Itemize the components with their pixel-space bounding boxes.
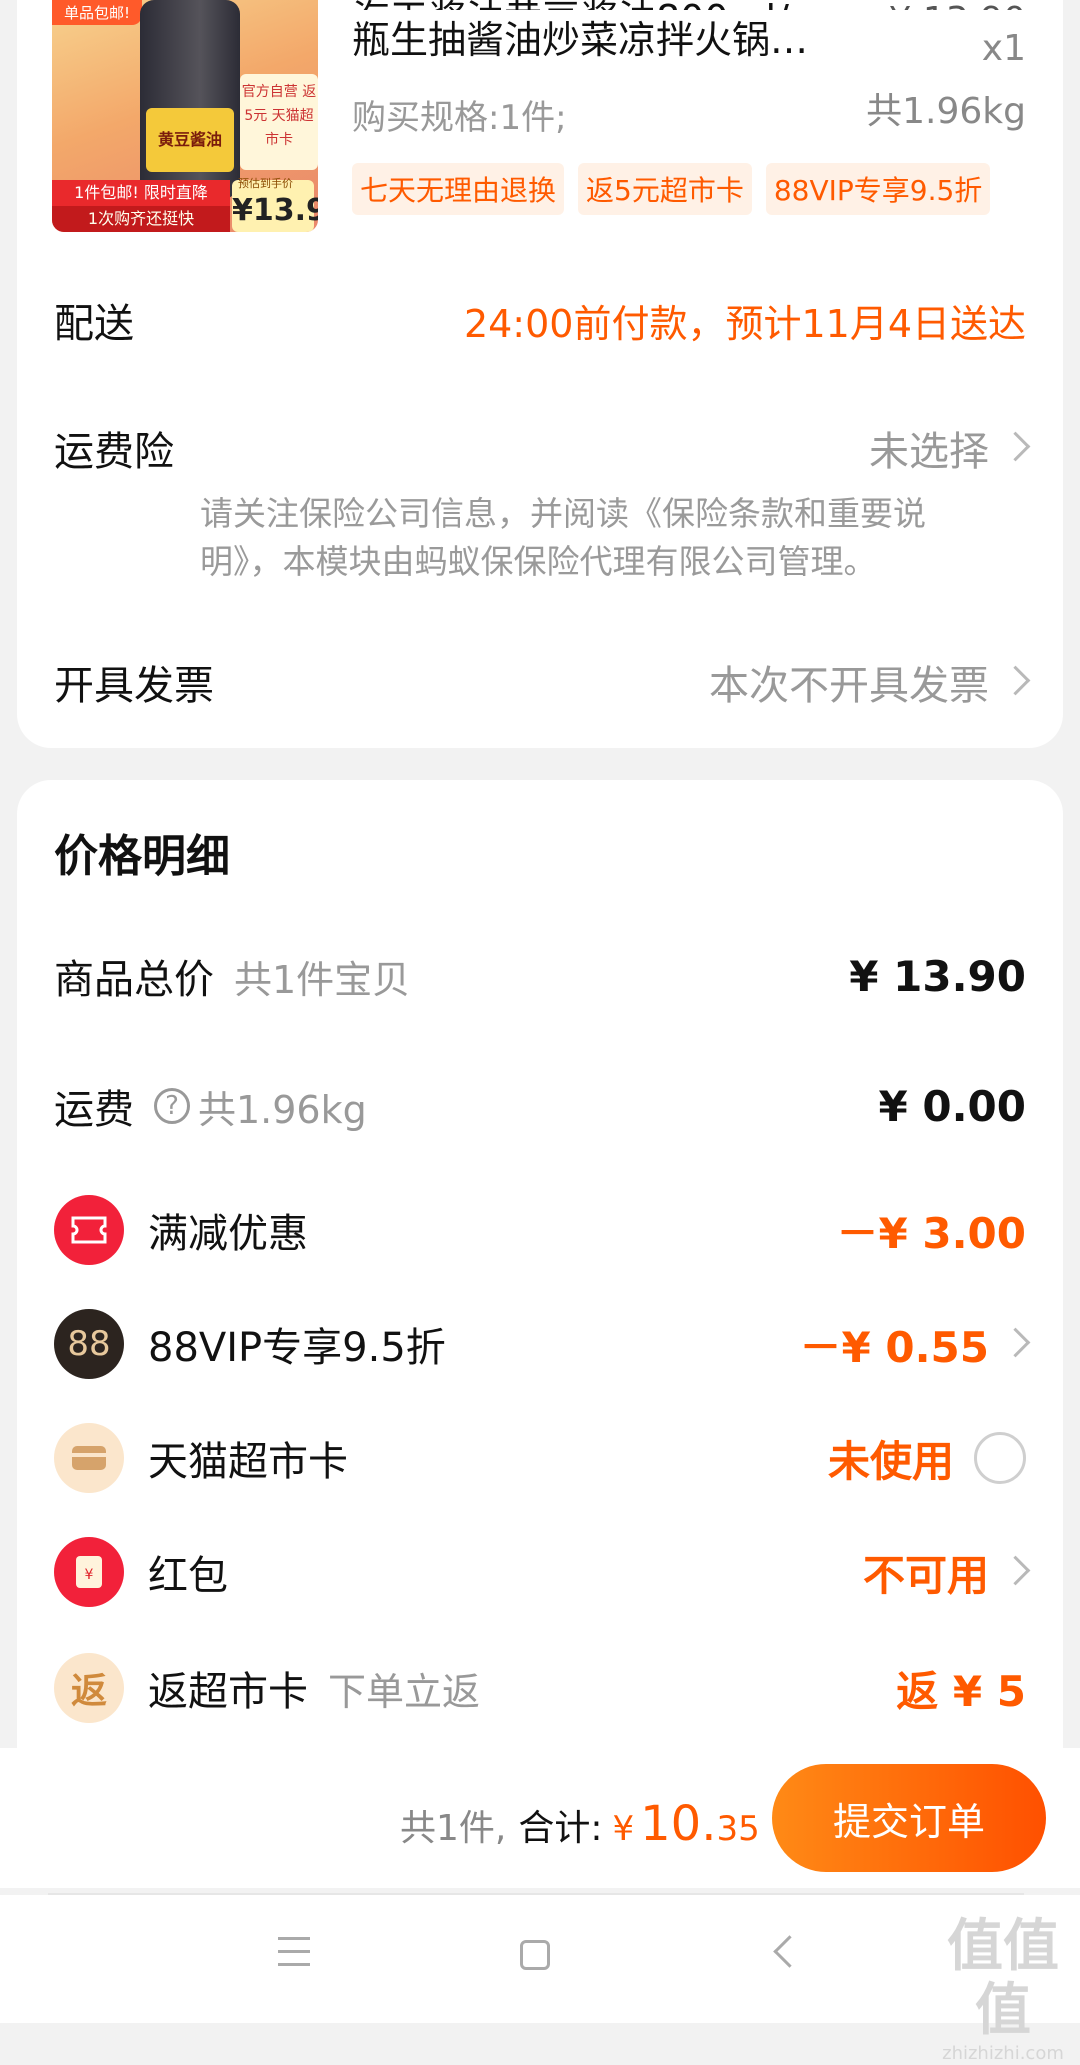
coupon-icon — [54, 1195, 124, 1265]
product-image[interactable]: 单品包邮! 黄豆酱油 官方自营 返5元 天猫超市卡 1件包邮! 限时直降 1次购… — [52, 0, 318, 232]
thumb-est-price: ¥13.9 — [232, 193, 318, 228]
rebate-value: 返 ¥ 5 — [896, 1666, 1026, 1716]
market-card-radio[interactable] — [974, 1432, 1026, 1484]
market-card-row[interactable]: 天猫超市卡 未使用 — [54, 1420, 1026, 1496]
discount-row: 满减优惠 －¥ 3.00 — [54, 1192, 1026, 1268]
rebate-row: 返 返超市卡 下单立返 返 ¥ 5 — [54, 1650, 1026, 1726]
watermark: 值值值 zhizhizhi.com — [928, 1915, 1078, 2065]
discount-value: －¥ 3.00 — [836, 1208, 1026, 1258]
shipping-insurance-label: 运费险 — [54, 429, 174, 475]
insurance-note: 请关注保险公司信息，并阅读《保险条款和重要说明》，本模块由蚂蚁保保险代理有限公司… — [200, 494, 926, 581]
vip-value: －¥ 0.55 — [799, 1322, 989, 1372]
freight-sub: 共1.96kg — [198, 1087, 367, 1132]
vip-detail-link[interactable]: －¥ 0.55 — [799, 1314, 1031, 1375]
thumb-promo-dark: 1次购齐还挺快 — [52, 206, 230, 232]
red-packet-value: 不可用 — [862, 1550, 989, 1600]
submit-order-button[interactable]: 提交订单 — [772, 1764, 1046, 1872]
goods-total-label: 商品总价 — [54, 957, 214, 1003]
thumb-free-shipping-tag: 单品包邮! — [52, 0, 143, 25]
home-icon[interactable] — [520, 1940, 550, 1970]
product-name-line2[interactable]: 瓶生抽酱油炒菜凉拌火锅… — [352, 20, 842, 60]
thumb-price-box: 预估到手价 ¥13.9 — [232, 177, 318, 232]
bottle-label: 黄豆酱油 — [146, 108, 234, 172]
red-packet-row[interactable]: ¥ 红包 不可用 — [54, 1534, 1031, 1610]
product-spec: 购买规格:1件; — [352, 98, 567, 138]
red-packet-label: 红包 — [148, 1553, 228, 1599]
chevron-right-icon — [1000, 1555, 1031, 1585]
rebate-label: 返超市卡 — [148, 1669, 308, 1715]
thumb-est-label: 预估到手价 — [238, 177, 293, 190]
product-weight: 共1.96kg — [866, 91, 1026, 132]
help-icon[interactable]: ? — [154, 1088, 190, 1124]
freight-value: ¥ 0.00 — [878, 1081, 1026, 1131]
rebate-sub: 下单立返 — [328, 1669, 481, 1714]
thumb-rebate-box: 官方自营 返5元 天猫超市卡 — [240, 74, 318, 170]
total-count: 共1件, — [400, 1808, 507, 1849]
shipping-insurance-row[interactable]: 运费险 未选择 — [54, 418, 1031, 478]
thumb-promo-red: 1件包邮! 限时直降 — [52, 180, 230, 206]
total-decimal: 35 — [716, 1809, 760, 1849]
freight-label: 运费 — [54, 1087, 134, 1133]
invoice-select[interactable]: 本次不开具发票 — [709, 653, 1031, 711]
product-name-line1[interactable]: 海天酱油黄豆酱油800ml/ — [352, 0, 842, 10]
vip-label: 88VIP专享9.5折 — [148, 1325, 446, 1371]
watermark-url: zhizhizhi.com — [942, 2043, 1064, 2064]
tag-return: 七天无理由退换 — [352, 163, 565, 215]
market-card-value: 未使用 — [827, 1436, 954, 1486]
card-icon-graphic — [72, 1446, 106, 1470]
tag-rebate: 返5元超市卡 — [578, 163, 752, 215]
tag-vip: 88VIP专享9.5折 — [765, 163, 991, 215]
goods-total-sub: 共1件宝贝 — [234, 957, 411, 1002]
market-card-toggle[interactable]: 未使用 — [828, 1428, 1026, 1489]
ticket-icon-graphic — [71, 1216, 107, 1244]
freight-row: 运费 ? 共1.96kg ¥ 0.00 — [54, 1074, 1026, 1138]
market-card-label: 天猫超市卡 — [148, 1439, 348, 1485]
vip-88-icon: 88 — [54, 1309, 124, 1379]
goods-total-row: 商品总价 共1件宝贝 ¥ 13.90 — [54, 944, 1026, 1008]
card-icon — [54, 1423, 124, 1493]
shipping-insurance-select[interactable]: 未选择 — [869, 419, 1031, 477]
svg-text:¥: ¥ — [85, 1567, 94, 1583]
total-label: 合计: — [518, 1808, 603, 1849]
red-packet-icon: ¥ — [54, 1537, 124, 1607]
invoice-value: 本次不开具发票 — [709, 663, 989, 709]
invoice-label: 开具发票 — [54, 663, 214, 709]
order-total: 共1件, 合计: ¥ 10. 35 — [400, 1796, 760, 1852]
product-quantity: x1 — [981, 28, 1026, 69]
goods-total-value: ¥ 13.90 — [849, 951, 1026, 1001]
vip-row[interactable]: 88 88VIP专享9.5折 －¥ 0.55 — [54, 1306, 1031, 1382]
product-price: ¥ 13.90 — [889, 0, 1026, 10]
delivery-value: 24:00前付款，预计11月4日送达 — [463, 301, 1026, 346]
chevron-right-icon — [1000, 1327, 1031, 1357]
red-packet-detail-link[interactable]: 不可用 — [862, 1542, 1031, 1603]
delivery-label: 配送 — [54, 301, 134, 347]
total-currency: ¥ — [612, 1809, 635, 1849]
price-detail-title: 价格明细 — [54, 831, 230, 882]
total-integer: 10. — [640, 1796, 717, 1852]
discount-label: 满减优惠 — [148, 1211, 308, 1257]
delivery-row: 配送 24:00前付款，预计11月4日送达 — [54, 290, 1026, 350]
chevron-right-icon — [1000, 431, 1031, 461]
invoice-row[interactable]: 开具发票 本次不开具发票 — [54, 652, 1031, 712]
rebate-icon: 返 — [54, 1653, 124, 1723]
chevron-right-icon — [1000, 665, 1031, 695]
recent-apps-icon[interactable] — [278, 1937, 310, 1967]
red-packet-icon-graphic: ¥ — [76, 1556, 102, 1588]
watermark-text: 值值值 — [947, 1914, 1059, 2043]
shipping-insurance-value: 未选择 — [869, 429, 989, 475]
product-tags: 七天无理由退换 返5元超市卡 88VIP专享9.5折 — [352, 163, 991, 215]
